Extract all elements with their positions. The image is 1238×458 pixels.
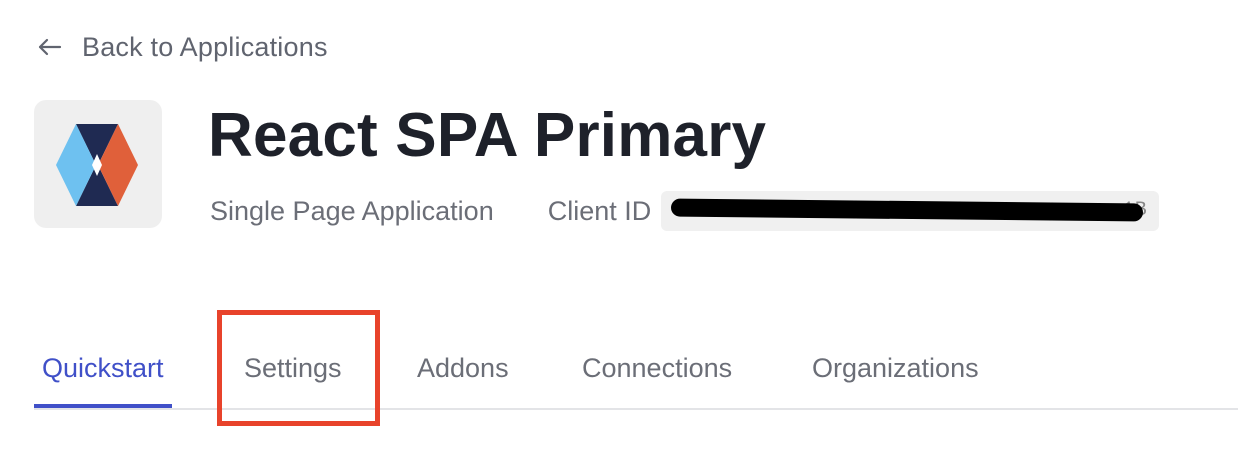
client-id-label: Client ID: [547, 195, 652, 226]
arrow-left-icon: [36, 37, 62, 57]
client-id-value[interactable]: 1B: [661, 191, 1160, 231]
tab-addons-label: Addons: [417, 352, 509, 383]
tab-settings[interactable]: Settings: [244, 330, 342, 406]
tab-quickstart[interactable]: Quickstart: [34, 330, 172, 408]
tab-addons[interactable]: Addons: [417, 330, 509, 406]
back-link-label: Back to Applications: [82, 31, 328, 62]
tab-settings-label: Settings: [244, 352, 342, 383]
tab-organizations[interactable]: Organizations: [812, 330, 979, 406]
page-title: React SPA Primary: [208, 101, 767, 170]
app-meta: Single Page Application Client ID 1B: [210, 190, 1160, 232]
tab-connections-label: Connections: [582, 352, 733, 383]
tab-quickstart-label: Quickstart: [42, 352, 164, 383]
app-logo: [34, 100, 162, 228]
tab-connections[interactable]: Connections: [582, 330, 732, 406]
tab-bar: Quickstart Settings Addons Connections O…: [34, 330, 1238, 410]
client-id-redaction: [671, 198, 1144, 222]
tab-organizations-label: Organizations: [812, 352, 979, 383]
spa-logo-icon: [56, 124, 138, 206]
application-type: Single Page Application: [210, 195, 494, 226]
back-to-applications-link[interactable]: Back to Applications: [36, 28, 328, 66]
